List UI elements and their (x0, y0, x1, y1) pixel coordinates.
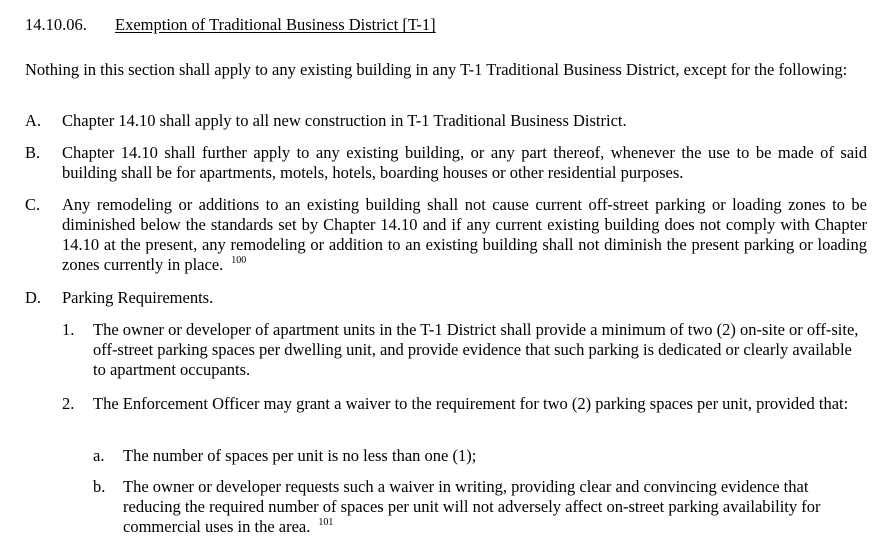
waiver-condition-b: b. The owner or developer requests such … (93, 477, 867, 537)
waiver-condition-a: a. The number of spaces per unit is no l… (93, 446, 867, 466)
section-title: Exemption of Traditional Business Distri… (115, 15, 436, 34)
list-marker: 2. (62, 394, 75, 413)
intro-paragraph: Nothing in this section shall apply to a… (25, 60, 848, 79)
footnote-ref: 101 (318, 517, 334, 528)
footnote-ref: 100 (231, 255, 247, 266)
list-marker: A. (25, 111, 42, 130)
list-marker: D. (25, 288, 42, 307)
list-marker: a. (93, 446, 105, 465)
list-item-text: Any remodeling or additions to an existi… (62, 195, 867, 275)
list-marker: b. (93, 477, 106, 496)
list-item-body: The owner or developer requests such a w… (123, 477, 821, 536)
list-item-text: The owner or developer of apartment unit… (93, 320, 859, 379)
list-item-d: D. Parking Requirements. (25, 288, 867, 308)
list-item-text: Chapter 14.10 shall apply to all new con… (62, 111, 627, 130)
list-marker: 1. (62, 320, 75, 339)
list-item-text: The owner or developer requests such a w… (123, 477, 867, 537)
parking-requirement-1: 1. The owner or developer of apartment u… (62, 320, 867, 380)
list-item-text: Chapter 14.10 shall further apply to any… (62, 143, 867, 182)
section-heading: 14.10.06. Exemption of Traditional Busine… (25, 15, 436, 35)
list-item-c: C. Any remodeling or additions to an exi… (25, 195, 867, 275)
list-item-a: A. Chapter 14.10 shall apply to all new … (25, 111, 867, 131)
list-marker: C. (25, 195, 41, 214)
list-item-text: The Enforcement Officer may grant a waiv… (93, 394, 849, 413)
parking-requirement-2: 2. The Enforcement Officer may grant a w… (62, 394, 867, 414)
document-page: 14.10.06. Exemption of Traditional Busine… (0, 0, 892, 556)
list-marker: B. (25, 143, 41, 162)
list-item-b: B. Chapter 14.10 shall further apply to … (25, 143, 867, 183)
list-item-text: The number of spaces per unit is no less… (123, 446, 477, 465)
list-item-text: Parking Requirements. (62, 288, 214, 307)
list-item-body: Any remodeling or additions to an existi… (62, 195, 867, 274)
section-number: 14.10.06. (25, 15, 87, 34)
